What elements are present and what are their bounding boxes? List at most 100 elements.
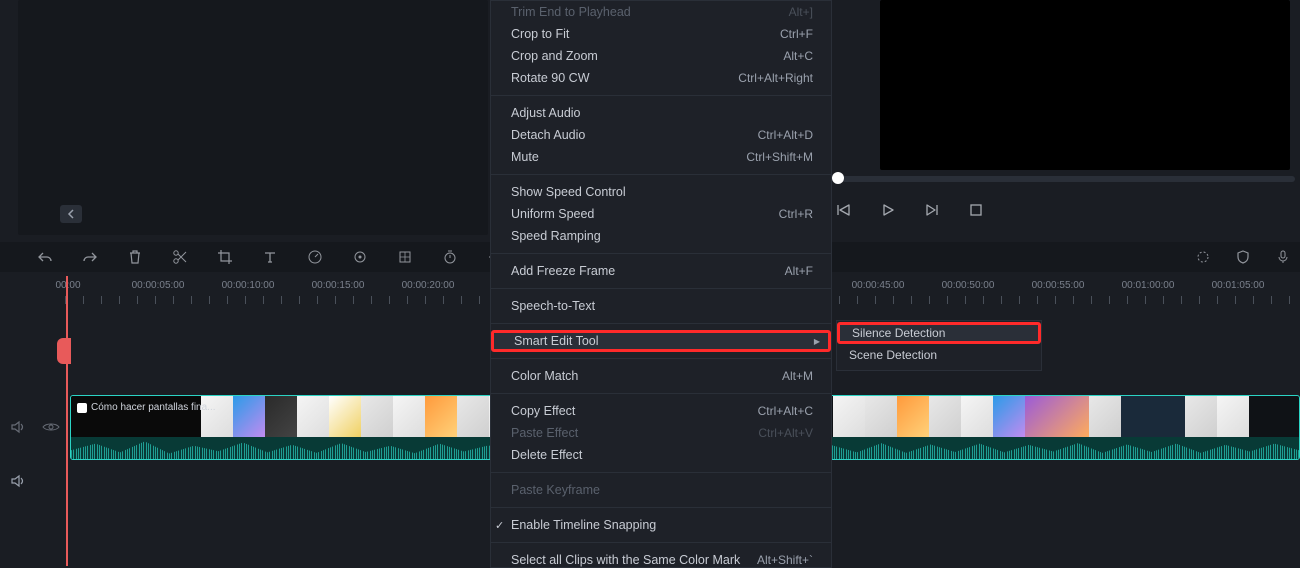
prev-frame-button[interactable] <box>834 200 854 220</box>
menu-separator <box>491 507 831 508</box>
menu-item-shortcut: Ctrl+Alt+D <box>758 128 813 142</box>
menu-item-label: Color Match <box>511 369 578 383</box>
preview-scrubber-knob[interactable] <box>832 172 844 184</box>
ruler-timestamp: 00:00:55:00 <box>1032 280 1085 291</box>
menu-item-enable-timeline-snapping[interactable]: ✓ Enable Timeline Snapping <box>491 514 831 536</box>
ruler-timestamp: 00:01:05:00 <box>1212 280 1265 291</box>
text-button[interactable] <box>261 248 279 266</box>
render-button[interactable] <box>1194 248 1212 266</box>
clip-title-text: Cómo hacer pantallas fina... <box>91 402 216 413</box>
submenu-item-scene-detection[interactable]: Scene Detection <box>837 344 1041 366</box>
menu-item-shortcut: Ctrl+Shift+M <box>746 150 813 164</box>
menu-item-label: Add Freeze Frame <box>511 264 615 278</box>
hide-track-button[interactable] <box>42 421 60 433</box>
delete-button[interactable] <box>126 248 144 266</box>
menu-item-copy-effect[interactable]: Copy EffectCtrl+Alt+C <box>491 400 831 422</box>
menu-item-label: Enable Timeline Snapping <box>511 518 656 532</box>
collapse-panel-button[interactable] <box>60 205 82 223</box>
menu-item-uniform-speed[interactable]: Uniform Speed Ctrl+R <box>491 203 831 225</box>
menu-item-select-all-clips-with-the-same-color-mark[interactable]: Select all Clips with the Same Color Mar… <box>491 549 831 568</box>
playhead[interactable] <box>66 276 68 566</box>
preview-viewport[interactable] <box>880 0 1290 170</box>
redo-button[interactable] <box>81 248 99 266</box>
transform-button[interactable] <box>396 248 414 266</box>
preview-scrubber[interactable] <box>835 176 1295 182</box>
submenu-item-silence-detection[interactable]: Silence Detection <box>837 322 1041 344</box>
menu-item-label: Speed Ramping <box>511 229 601 243</box>
mute-audio-track-button[interactable] <box>10 474 26 488</box>
menu-item-shortcut: Alt+] <box>789 5 813 19</box>
play-forward-button[interactable] <box>922 200 942 220</box>
menu-item-adjust-audio[interactable]: Adjust Audio <box>491 102 831 124</box>
submenu-item-label: Silence Detection <box>852 326 945 340</box>
clip-type-icon <box>77 403 87 413</box>
menu-item-shortcut: Ctrl+Alt+Right <box>738 71 813 85</box>
menu-item-rotate-90-cw[interactable]: Rotate 90 CW Ctrl+Alt+Right <box>491 67 831 89</box>
menu-separator <box>491 542 831 543</box>
submenu-item-label: Scene Detection <box>849 348 937 362</box>
audio-track-controls <box>10 474 26 488</box>
crop-button[interactable] <box>216 248 234 266</box>
menu-item-paste-effect: Paste EffectCtrl+Alt+V <box>491 422 831 444</box>
menu-item-crop-to-fit[interactable]: Crop to Fit Ctrl+F <box>491 23 831 45</box>
color-button[interactable] <box>351 248 369 266</box>
menu-item-label: Adjust Audio <box>511 106 581 120</box>
clip-title: Cómo hacer pantallas fina... <box>77 402 216 413</box>
menu-item-shortcut: Ctrl+F <box>780 27 813 41</box>
menu-separator <box>491 288 831 289</box>
clip-context-menu[interactable]: Trim End to Playhead Alt+] Crop to Fit Ctrl… <box>490 0 832 568</box>
menu-item-label: Speech-to-Text <box>511 299 595 313</box>
menu-item-label: Rotate 90 CW <box>511 71 590 85</box>
menu-item-paste-keyframe: Paste Keyframe <box>491 479 831 501</box>
menu-separator <box>491 95 831 96</box>
menu-item-label: Delete Effect <box>511 448 582 462</box>
menu-item-mute[interactable]: Mute Ctrl+Shift+M <box>491 146 831 168</box>
stop-button[interactable] <box>966 200 986 220</box>
menu-item-label: Mute <box>511 150 539 164</box>
menu-item-label: Select all Clips with the Same Color Mar… <box>511 553 740 567</box>
menu-item-label: Show Speed Control <box>511 185 626 199</box>
menu-item-label: Uniform Speed <box>511 207 594 221</box>
ruler-timestamp: 00:01:00:00 <box>1122 280 1175 291</box>
menu-item-shortcut: Alt+Shift+` <box>757 553 813 567</box>
safe-zone-button[interactable] <box>1234 248 1252 266</box>
ruler-timestamp: 00:00:10:00 <box>222 280 275 291</box>
playhead-handle[interactable] <box>57 338 71 364</box>
menu-item-speech-to-text[interactable]: Speech-to-Text <box>491 295 831 317</box>
speed-button[interactable] <box>306 248 324 266</box>
chevron-left-icon <box>67 209 75 219</box>
menu-separator <box>491 358 831 359</box>
ruler-timestamp: 00:00:05:00 <box>132 280 185 291</box>
menu-separator <box>491 472 831 473</box>
menu-item-detach-audio[interactable]: Detach AudioCtrl+Alt+D <box>491 124 831 146</box>
track-controls <box>10 420 60 434</box>
menu-item-delete-effect[interactable]: Delete Effect <box>491 444 831 466</box>
play-button[interactable] <box>878 200 898 220</box>
playback-controls <box>834 200 986 220</box>
check-icon: ✓ <box>495 519 504 532</box>
menu-item-crop-and-zoom[interactable]: Crop and ZoomAlt+C <box>491 45 831 67</box>
ruler-timestamp: 00:00:20:00 <box>402 280 455 291</box>
menu-item-label: Crop to Fit <box>511 27 569 41</box>
menu-separator <box>491 253 831 254</box>
media-panel <box>18 0 488 235</box>
menu-separator <box>491 174 831 175</box>
split-button[interactable] <box>171 248 189 266</box>
duration-button[interactable] <box>441 248 459 266</box>
menu-item-show-speed-control[interactable]: Show Speed Control <box>491 181 831 203</box>
ruler-timestamp: 00:00:50:00 <box>942 280 995 291</box>
menu-item-speed-ramping[interactable]: Speed Ramping <box>491 225 831 247</box>
smart-edit-submenu[interactable]: Silence Detection Scene Detection <box>836 320 1042 371</box>
ruler-timestamp: 00:00 <box>55 280 80 291</box>
menu-item-label: Trim End to Playhead <box>511 5 631 19</box>
undo-button[interactable] <box>36 248 54 266</box>
voiceover-button[interactable] <box>1274 248 1292 266</box>
menu-item-color-match[interactable]: Color MatchAlt+M <box>491 365 831 387</box>
menu-item-label: Copy Effect <box>511 404 575 418</box>
menu-item-shortcut: Ctrl+Alt+V <box>758 426 813 440</box>
ruler-timestamp: 00:00:15:00 <box>312 280 365 291</box>
mute-track-button[interactable] <box>10 420 26 434</box>
menu-item-add-freeze-frame[interactable]: Add Freeze FrameAlt+F <box>491 260 831 282</box>
menu-item-smart-edit-tool[interactable]: Smart Edit Tool <box>491 330 831 352</box>
menu-item-shortcut: Ctrl+R <box>779 207 813 221</box>
